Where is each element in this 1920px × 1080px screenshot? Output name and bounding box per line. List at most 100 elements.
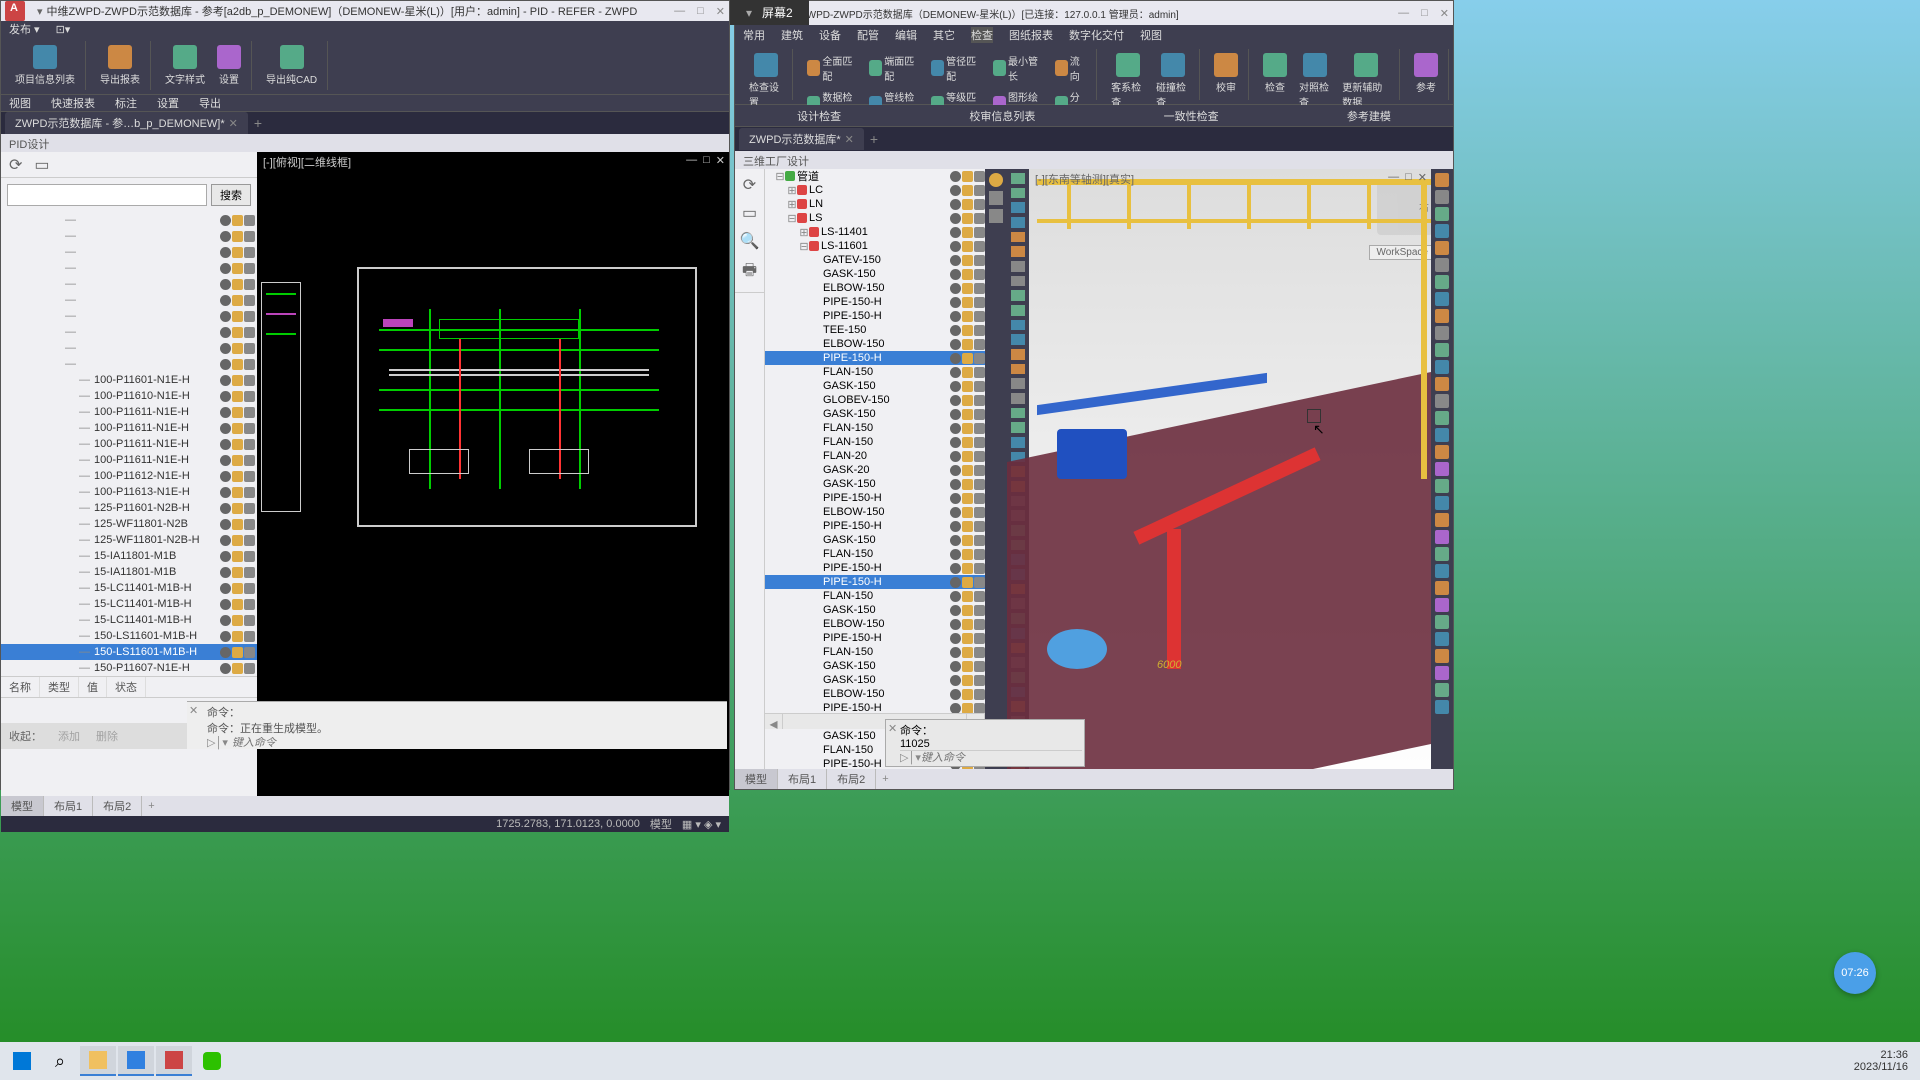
tab-layout2[interactable]: 布局2 [93,796,142,816]
tool-icon[interactable] [1435,683,1449,697]
command-line-left[interactable]: ✕ 命令： 命令：正在重生成模型。 ▷│▾ [187,701,727,749]
tree-row[interactable]: FLAN-150 [765,421,985,435]
tab-layout1[interactable]: 布局1 [778,769,827,789]
section-view[interactable]: 视图 [9,95,31,111]
tree-row[interactable]: ELBOW-150 [765,337,985,351]
tree-row[interactable]: —150-LS11601-M1B-H [1,628,257,644]
menu-view-dropdown[interactable]: ⊡▾ [56,23,71,36]
app-z-button[interactable] [118,1046,154,1076]
active-doc-tab[interactable]: ZWPD示范数据库 - 参…b_p_DEMONEW]* ✕ [5,112,248,134]
menu-item[interactable]: 检查 [971,27,993,43]
tab-close-icon[interactable]: ✕ [845,133,854,146]
tool-icon[interactable] [1011,349,1025,360]
tool-icon[interactable] [1435,377,1449,391]
tree-row[interactable]: PIPE-150-H [765,351,985,365]
update-aux-icon[interactable] [1354,53,1378,77]
title-bar-left[interactable]: ▾ 中维ZWPD-ZWPD示范数据库 - 参考[a2db_p_DEMONEW]（… [1,1,729,21]
check-icon[interactable] [1263,53,1287,77]
tool-icon[interactable] [1435,649,1449,663]
settings-icon[interactable] [217,45,241,69]
collapse-icon[interactable]: ▭ [34,155,49,175]
tool-icon[interactable] [1011,378,1025,389]
tool-icon[interactable] [1011,290,1025,301]
project-info-icon[interactable] [33,45,57,69]
tree-row[interactable]: PIPE-150-H [765,561,985,575]
tree-row[interactable]: PIPE-150-H [765,491,985,505]
tree-row[interactable]: —100-P11611-N1E-H [1,404,257,420]
tree-row[interactable]: PIPE-150-H [765,519,985,533]
tree-row[interactable]: ⊟管道 [765,169,985,183]
menu-item[interactable]: 建筑 [781,27,803,43]
tool-icon[interactable] [1435,411,1449,425]
add-tab-button[interactable]: + [254,115,262,131]
tree-row[interactable]: ELBOW-150 [765,505,985,519]
tree-row[interactable]: ELBOW-150 [765,281,985,295]
tree-row[interactable]: GASK-20 [765,463,985,477]
minimize-button[interactable]: — [1398,7,1409,20]
tree-row[interactable]: — [1,292,257,308]
tool-icon[interactable] [1011,202,1025,213]
menu-item[interactable]: 视图 [1140,27,1162,43]
tool-icon[interactable] [1011,188,1025,199]
prop-col-value[interactable]: 值 [79,677,107,697]
tree-row[interactable]: —125-WF11801-N2B-H [1,532,257,548]
windows-taskbar[interactable]: ⌕ 21:36 2023/11/16 [0,1042,1920,1080]
canvas-min-icon[interactable]: — [1388,171,1399,184]
tree-row[interactable]: ⊞LC [765,183,985,197]
menu-item[interactable]: 设备 [819,27,841,43]
pid-tree[interactable]: ———————————100-P11601-N1E-H—100-P11610-N… [1,212,257,676]
export-report-icon[interactable] [108,45,132,69]
tree-row[interactable]: —100-P11601-N1E-H [1,372,257,388]
tree-row[interactable]: —100-P11611-N1E-H [1,420,257,436]
tree-row[interactable]: FLAN-150 [765,645,985,659]
tool-icon[interactable] [1011,437,1025,448]
tree-row[interactable]: GASK-150 [765,477,985,491]
tool-icon[interactable] [1435,666,1449,680]
tool-icon[interactable] [1435,394,1449,408]
tool-icon[interactable] [1011,217,1025,228]
tool-icon[interactable] [1011,246,1025,257]
tree-row[interactable]: PIPE-150-H [765,575,985,589]
3d-viewport[interactable]: [-][东南等轴测][真实] — □ ✕ 右 WorkSpace [1007,169,1453,789]
collision-check-icon[interactable] [1161,53,1185,77]
tool-icon[interactable] [1435,190,1449,204]
tree-row[interactable]: —15-IA11801-M1B [1,548,257,564]
tool-icon[interactable] [1011,261,1025,272]
tree-row[interactable]: — [1,356,257,372]
tool-icon[interactable] [1435,360,1449,374]
section-quick-report[interactable]: 快速报表 [51,95,95,111]
minimize-button[interactable]: — [674,5,685,18]
menu-item[interactable]: 数字化交付 [1069,27,1124,43]
check-settings-icon[interactable] [754,53,778,77]
tool-icon[interactable] [1011,408,1025,419]
tree-row[interactable]: — [1,212,257,228]
maximize-button[interactable]: □ [1421,7,1428,20]
tab-model[interactable]: 模型 [735,769,778,789]
tool-icon[interactable] [1011,393,1025,404]
tool-icon[interactable] [1435,326,1449,340]
add-button[interactable]: 添加 [58,728,80,744]
tool-icon[interactable] [1011,173,1025,184]
tree-row[interactable]: ⊞LS-11401 [765,225,985,239]
tool-icon[interactable] [1011,334,1025,345]
tree-row[interactable]: —150-LS11601-M1B-H [1,644,257,660]
menu-publish[interactable]: 发布 ▾ [9,21,40,37]
explorer-button[interactable] [80,1046,116,1076]
filter-yellow-icon[interactable] [989,173,1003,187]
tool-icon[interactable] [1435,598,1449,612]
tree-row[interactable]: GASK-150 [765,407,985,421]
recording-timer[interactable]: 07:26 [1834,952,1876,994]
tree-row[interactable]: TEE-150 [765,323,985,337]
tree-row[interactable]: GLOBEV-150 [765,393,985,407]
tree-row[interactable]: GASK-150 [765,533,985,547]
tool-icon[interactable] [989,209,1003,223]
flow-dir-icon[interactable] [1055,60,1068,76]
tree-row[interactable]: —100-P11613-N1E-H [1,484,257,500]
menu-item[interactable]: 配管 [857,27,879,43]
tree-row[interactable]: —15-LC11401-M1B-H [1,596,257,612]
tool-icon[interactable] [1435,275,1449,289]
menu-item[interactable]: 其它 [933,27,955,43]
tree-row[interactable]: FLAN-150 [765,589,985,603]
search-button[interactable]: 搜索 [211,184,251,206]
tool-icon[interactable] [1435,530,1449,544]
